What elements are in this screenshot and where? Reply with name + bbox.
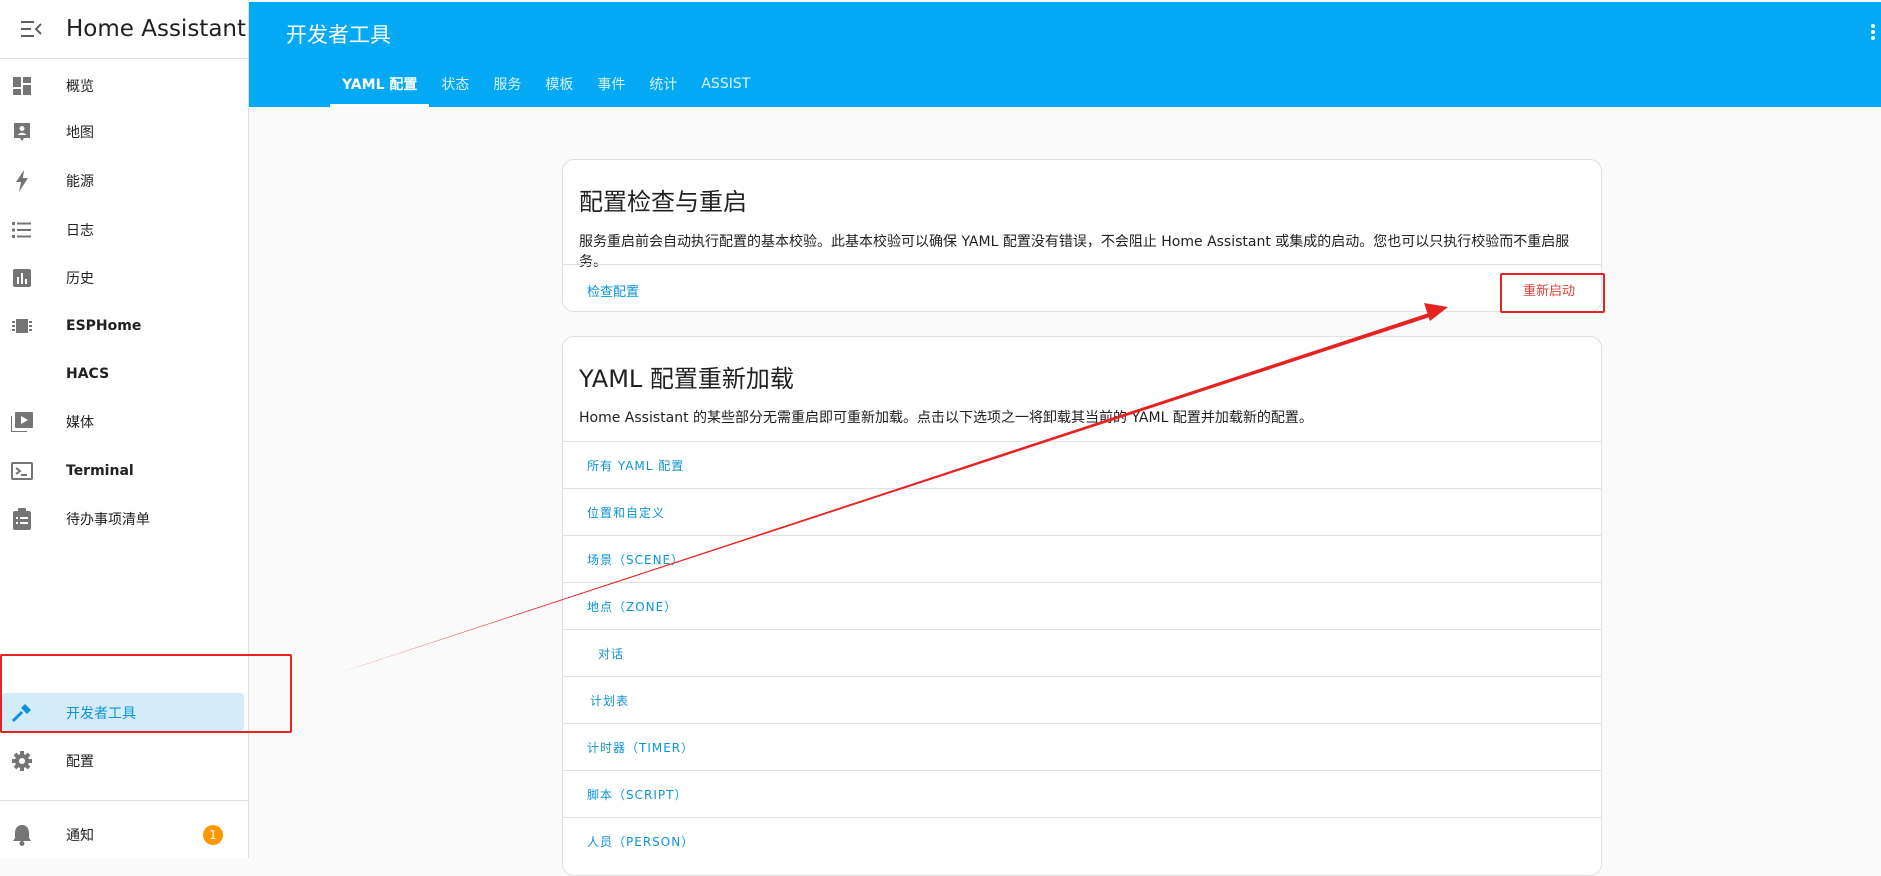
annotation-arrow (339, 303, 1448, 673)
